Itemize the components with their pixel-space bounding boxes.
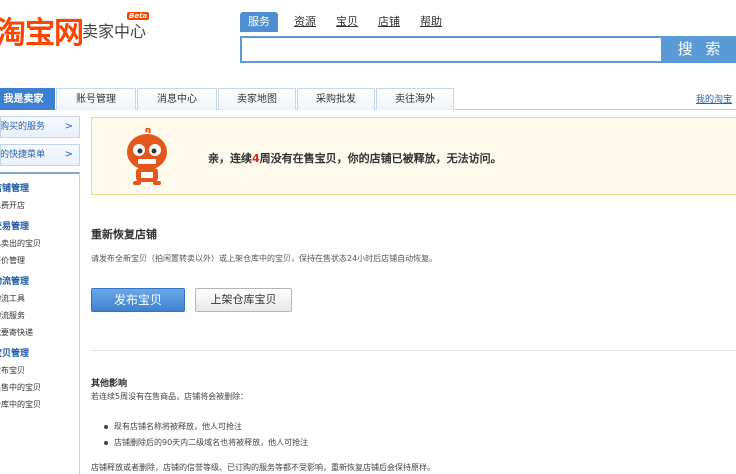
sidebar-item-publish[interactable]: 发布宝贝 bbox=[0, 362, 79, 379]
sidebar-group-trade: 交易管理 bbox=[0, 222, 30, 232]
sidebar-item-on-sale[interactable]: 出售中的宝贝 bbox=[0, 379, 79, 396]
restore-title: 重新恢复店铺 bbox=[91, 228, 157, 241]
search-tab-resource[interactable]: 资源 bbox=[294, 12, 316, 32]
search-tab-help[interactable]: 帮助 bbox=[420, 12, 442, 32]
sidebar-item-sold[interactable]: 已卖出的宝贝 bbox=[0, 235, 79, 252]
chevron-right-icon: > bbox=[64, 149, 73, 160]
impact-list: 现有店铺名称将被释放，他人可抢注 店铺删除后的90天内二级域名也将被释放，他人可… bbox=[104, 419, 308, 451]
chevron-right-icon: > bbox=[64, 121, 73, 132]
shelve-warehouse-button[interactable]: 上架仓库宝贝 bbox=[195, 288, 292, 312]
main-nav: 我是卖家 账号管理 消息中心 卖家地图 采购批发 卖往海外 我的淘宝 bbox=[0, 86, 736, 110]
sidebar-purchased-services[interactable]: 我购买的服务 > bbox=[0, 116, 80, 138]
sidebar-item-warehouse[interactable]: 仓库中的宝贝 bbox=[0, 396, 79, 413]
sidebar-group-shop: 店铺管理 bbox=[0, 184, 30, 194]
sidebar-item-logistics-tools[interactable]: 物流工具 bbox=[0, 290, 79, 307]
sidebar-group-items: 宝贝管理 bbox=[0, 349, 30, 359]
my-taobao-link[interactable]: 我的淘宝 bbox=[696, 92, 732, 105]
tab-seller-map[interactable]: 卖家地图 bbox=[218, 88, 296, 110]
search-button[interactable]: 搜 索 bbox=[661, 36, 736, 63]
sidebar-item-reviews[interactable]: 评价管理 bbox=[0, 252, 79, 269]
shop-released-notice: 亲，连续4周没有在售宝贝，你的店铺已被释放，无法访问。 bbox=[91, 117, 736, 195]
sidebar-item-logistics-service[interactable]: 物流服务 bbox=[0, 307, 79, 324]
sidebar: 我购买的服务 > 我的快捷菜单 > 店铺管理 免费开店 交易管理 已卖出的宝贝 … bbox=[0, 116, 80, 474]
taobao-mascot-icon bbox=[127, 128, 167, 185]
search-box bbox=[240, 36, 662, 63]
restore-description: 请发布全新宝贝（拍闲置转卖以外）或上架仓库中的宝贝，保持在售状态24小时后店铺自… bbox=[91, 254, 438, 263]
impact-title: 其他影响 bbox=[91, 379, 128, 389]
tab-wholesale[interactable]: 采购批发 bbox=[297, 88, 375, 110]
publish-item-button[interactable]: 发布宝贝 bbox=[91, 288, 185, 312]
tab-messages[interactable]: 消息中心 bbox=[137, 88, 217, 110]
logo[interactable]: 淘宝网 卖家中心 Beta bbox=[0, 0, 160, 51]
search-input[interactable] bbox=[242, 38, 662, 61]
notice-message: 亲，连续4周没有在售宝贝，你的店铺已被释放，无法访问。 bbox=[208, 150, 502, 166]
notice-text-before: 亲，连续 bbox=[208, 152, 252, 165]
notice-weeks: 4 bbox=[252, 152, 260, 165]
sidebar-group-logistics: 物流管理 bbox=[0, 277, 30, 287]
search-tab-shop[interactable]: 店铺 bbox=[378, 12, 400, 32]
search-tab-service[interactable]: 服务 bbox=[240, 12, 278, 32]
logo-sub-text: 卖家中心 bbox=[82, 22, 147, 41]
sidebar-item-express[interactable]: 我要寄快递 bbox=[0, 324, 79, 341]
notice-text-after: 周没有在售宝贝，你的店铺已被释放，无法访问。 bbox=[259, 152, 502, 165]
sidebar-menu: 店铺管理 免费开店 交易管理 已卖出的宝贝 评价管理 物流管理 物流工具 物流服… bbox=[0, 172, 80, 474]
search-tab-item[interactable]: 宝贝 bbox=[336, 12, 358, 32]
sidebar-top-label: 我的快捷菜单 bbox=[0, 150, 46, 160]
tab-seller[interactable]: 我是卖家 bbox=[0, 88, 55, 110]
sidebar-quick-menu[interactable]: 我的快捷菜单 > bbox=[0, 144, 80, 166]
impact-footer: 店铺释放或者删除，店铺的信誉等级、已订购的服务等都不受影响，重新恢复店铺后会保持… bbox=[91, 463, 435, 472]
beta-badge: Beta bbox=[127, 12, 150, 20]
tab-account[interactable]: 账号管理 bbox=[56, 88, 136, 110]
logo-main-text: 淘宝网 bbox=[0, 16, 84, 51]
sidebar-item-open-shop[interactable]: 免费开店 bbox=[0, 197, 79, 214]
list-item: 现有店铺名称将被释放，他人可抢注 bbox=[104, 419, 308, 435]
tab-overseas[interactable]: 卖往海外 bbox=[376, 88, 454, 110]
divider bbox=[91, 350, 736, 351]
sidebar-top-label: 我购买的服务 bbox=[0, 122, 46, 132]
impact-description: 若连续5周没有在售商品，店铺将会被删除： bbox=[91, 392, 249, 401]
list-item: 店铺删除后的90天内二级域名也将被释放，他人可抢注 bbox=[104, 435, 308, 451]
search-tabs: 服务 资源 宝贝 店铺 帮助 bbox=[240, 12, 462, 32]
